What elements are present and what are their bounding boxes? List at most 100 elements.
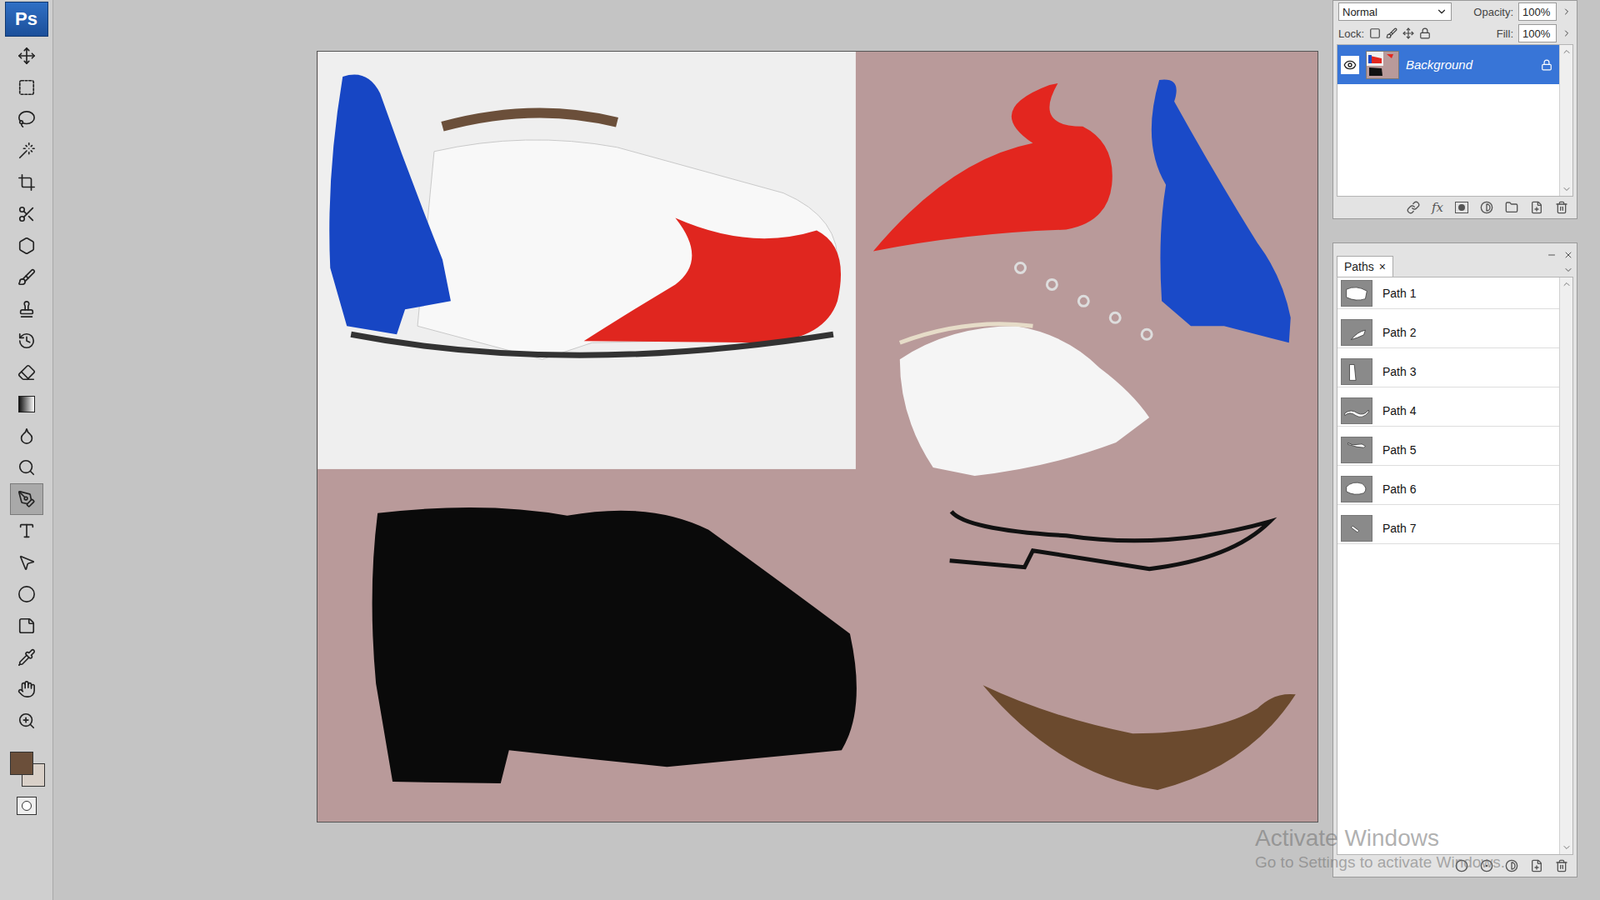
arrow-icon[interactable]: [1561, 6, 1572, 17]
tool-button[interactable]: [10, 230, 44, 262]
zoom-icon: [17, 711, 36, 730]
tool-button[interactable]: [10, 325, 44, 357]
new-path-icon[interactable]: [1530, 859, 1544, 873]
path-name: Path 6: [1382, 482, 1416, 496]
tool-button[interactable]: [10, 610, 44, 642]
adjustment-icon[interactable]: [1480, 200, 1494, 215]
link-icon[interactable]: [1406, 200, 1420, 215]
path-name: Path 5: [1382, 443, 1416, 457]
close-icon[interactable]: [1563, 250, 1574, 260]
tool-button[interactable]: [10, 261, 44, 294]
document-canvas[interactable]: [316, 50, 1319, 823]
layer-thumbnail: [1365, 50, 1400, 80]
tool-button[interactable]: [10, 166, 44, 199]
paths-tab[interactable]: Paths×: [1336, 255, 1394, 277]
path-shape-icon: [1341, 359, 1372, 385]
path-thumbnail: [1340, 280, 1373, 307]
scrollbar[interactable]: [1559, 45, 1573, 196]
blur-icon: [17, 426, 36, 445]
fx-button[interactable]: fx: [1431, 200, 1444, 215]
trash-icon[interactable]: [1555, 859, 1569, 873]
tool-button[interactable]: [10, 483, 44, 515]
tool-button[interactable]: [10, 293, 44, 325]
dodge-icon: [17, 458, 36, 477]
tool-button[interactable]: [10, 135, 44, 167]
activation-watermark: Activate WindowsGo to Settings to activa…: [1255, 825, 1505, 872]
paths-panel: Paths×Path 1Path 2Path 3Path 4Path 5Path…: [1332, 242, 1578, 878]
color-swatches: [6, 741, 47, 790]
scroll-down-icon[interactable]: [1561, 842, 1572, 853]
load-selection-icon[interactable]: [1505, 859, 1519, 873]
lock-transparent-icon[interactable]: [1369, 27, 1381, 40]
path-thumbnail: [1340, 436, 1373, 464]
path-row[interactable]: Path 1: [1337, 277, 1560, 310]
pen-icon: [17, 490, 36, 509]
visibility-toggle[interactable]: [1340, 55, 1360, 75]
path-shape-icon: [1341, 320, 1372, 345]
gradient-icon: [18, 395, 35, 413]
lock-position-icon[interactable]: [1402, 27, 1415, 40]
arrow-icon[interactable]: [1561, 28, 1572, 39]
path-thumbnail: [1340, 358, 1373, 385]
tool-button[interactable]: [10, 578, 44, 610]
tool-button[interactable]: [10, 451, 44, 484]
paths-header: Paths×: [1333, 243, 1577, 277]
opacity-field[interactable]: 100%: [1518, 2, 1557, 21]
tool-button[interactable]: [10, 641, 44, 674]
path-row[interactable]: Path 3: [1337, 355, 1560, 388]
path-row[interactable]: Path 7: [1337, 512, 1560, 545]
fill-field[interactable]: 100%: [1518, 24, 1557, 43]
lock-all-icon[interactable]: [1419, 27, 1431, 40]
history-icon: [17, 331, 36, 350]
tool-button[interactable]: [10, 356, 44, 389]
quick-mask-button[interactable]: [16, 796, 37, 815]
fill-path-icon[interactable]: [1455, 859, 1469, 873]
move-icon: [17, 46, 36, 65]
tool-button[interactable]: [10, 40, 44, 72]
tool-button[interactable]: [10, 388, 44, 420]
tab-close[interactable]: ×: [1379, 260, 1386, 274]
path-row[interactable]: Path 6: [1337, 473, 1560, 505]
canvas-artwork[interactable]: [317, 51, 1318, 822]
layers-actions: fx: [1333, 196, 1577, 219]
scroll-up-icon[interactable]: [1561, 46, 1572, 57]
layer-name: Background: [1405, 57, 1535, 72]
trash-icon[interactable]: [1555, 200, 1569, 215]
lock-label: Lock:: [1338, 27, 1365, 40]
path-row[interactable]: Path 5: [1337, 434, 1560, 466]
tool-button[interactable]: [10, 198, 44, 230]
path-thumbnail: [1340, 475, 1373, 503]
panel-menu-icon[interactable]: [1563, 265, 1574, 275]
app-logo: Ps: [5, 1, 49, 37]
tool-button[interactable]: [10, 71, 44, 104]
path-name: Path 7: [1382, 521, 1416, 535]
scroll-down-icon[interactable]: [1561, 184, 1572, 195]
hand-icon: [17, 680, 36, 699]
tool-button[interactable]: [10, 515, 44, 547]
tool-button[interactable]: [10, 420, 44, 452]
scroll-up-icon[interactable]: [1561, 279, 1572, 290]
layer-row[interactable]: Background: [1337, 45, 1560, 85]
paths-list: Path 1 Path 2 Path 3 Path 4 Path 5 Path 6 Path…: [1336, 276, 1574, 855]
blend-mode-select[interactable]: Normal: [1338, 2, 1452, 21]
path-shape-icon: [1341, 280, 1372, 306]
tool-button[interactable]: [10, 673, 44, 705]
lock-pixels-icon[interactable]: [1385, 27, 1398, 40]
crop-icon: [17, 173, 36, 192]
layers-panel: NormalOpacity:100%Lock:Fill:100%Backgrou…: [1332, 0, 1578, 220]
shape-icon: [17, 585, 36, 604]
new-layer-icon[interactable]: [1530, 200, 1544, 215]
tool-button[interactable]: [10, 103, 44, 135]
tool-button[interactable]: [10, 546, 44, 579]
tool-button[interactable]: [10, 705, 44, 737]
healing-icon: [17, 236, 36, 255]
lock-row: Lock:Fill:100%: [1333, 22, 1577, 45]
mask-icon[interactable]: [1455, 201, 1469, 214]
path-row[interactable]: Path 2: [1337, 316, 1560, 349]
path-row[interactable]: Path 4: [1337, 395, 1560, 427]
folder-icon[interactable]: [1505, 200, 1519, 215]
stroke-path-icon[interactable]: [1480, 859, 1494, 873]
foreground-color[interactable]: [10, 751, 34, 775]
minimize-icon[interactable]: [1546, 250, 1557, 260]
scrollbar[interactable]: [1559, 277, 1573, 855]
